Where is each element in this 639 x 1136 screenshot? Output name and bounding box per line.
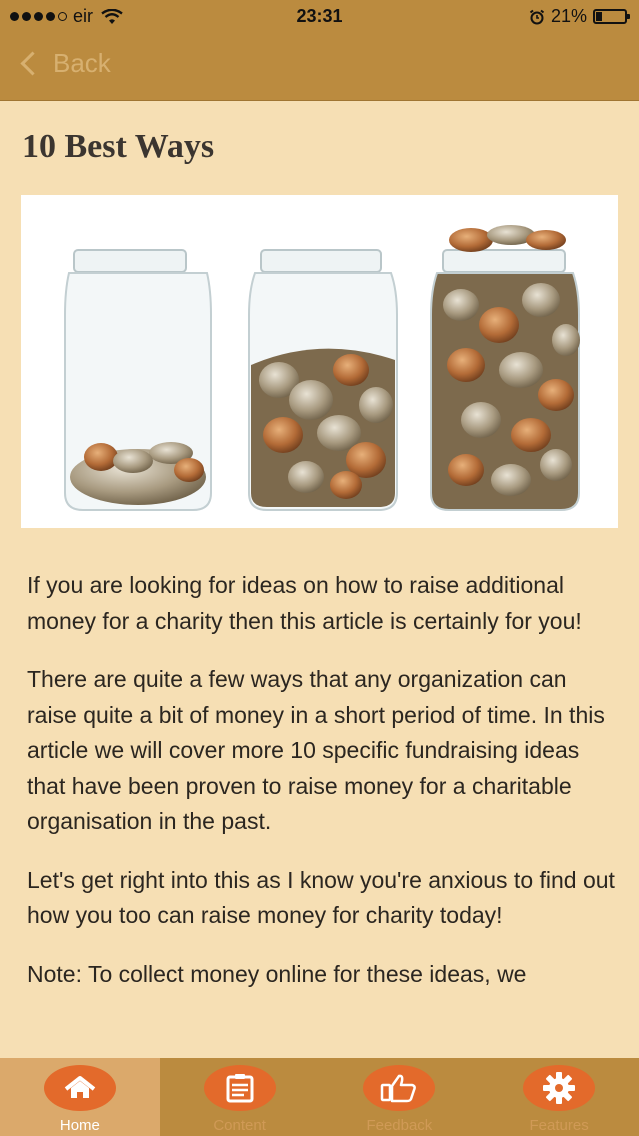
tab-label: Content: [213, 1117, 266, 1134]
paragraph: There are quite a few ways that any orga…: [27, 666, 605, 834]
status-bar: eir 23:31 21%: [0, 0, 639, 34]
battery-level: [596, 12, 602, 21]
thumbs-up-icon: [363, 1065, 436, 1111]
status-right: 21%: [529, 6, 630, 27]
tab-feedback[interactable]: Feedback: [320, 1058, 480, 1136]
article-image: [21, 195, 618, 528]
coin-jars-illustration: [64, 225, 580, 511]
tab-features[interactable]: Features: [479, 1058, 639, 1136]
tab-bar: Home Content Feedback Features: [0, 1058, 639, 1136]
paragraph: Note: To collect money online for these …: [27, 960, 527, 987]
list-icon: [203, 1065, 276, 1111]
article-content[interactable]: 10 Best Ways If you are looking for idea…: [0, 100, 639, 1058]
jar-medium: [248, 249, 398, 511]
tab-content[interactable]: Content: [160, 1058, 320, 1136]
navigation-bar: Back: [0, 34, 639, 101]
paragraph: Let's get right into this as I know you'…: [27, 866, 615, 929]
home-icon: [43, 1065, 116, 1111]
article-body: If you are looking for ideas on how to r…: [27, 568, 617, 1015]
tab-label: Feedback: [366, 1117, 433, 1134]
back-button[interactable]: Back: [18, 48, 111, 79]
tab-home[interactable]: Home: [0, 1058, 160, 1136]
jar-full: [430, 225, 580, 511]
alarm-clock-icon: [529, 9, 545, 24]
chevron-left-icon: [20, 51, 45, 76]
page-title: 10 Best Ways: [22, 128, 215, 165]
jar-low: [64, 249, 212, 511]
back-label: Back: [53, 48, 111, 78]
tab-label: Home: [59, 1117, 100, 1134]
gear-icon: [523, 1065, 596, 1111]
battery-icon: [593, 9, 630, 24]
tab-label: Features: [529, 1117, 589, 1134]
battery-percent: 21%: [550, 6, 587, 26]
paragraph: If you are looking for ideas on how to r…: [27, 572, 582, 634]
